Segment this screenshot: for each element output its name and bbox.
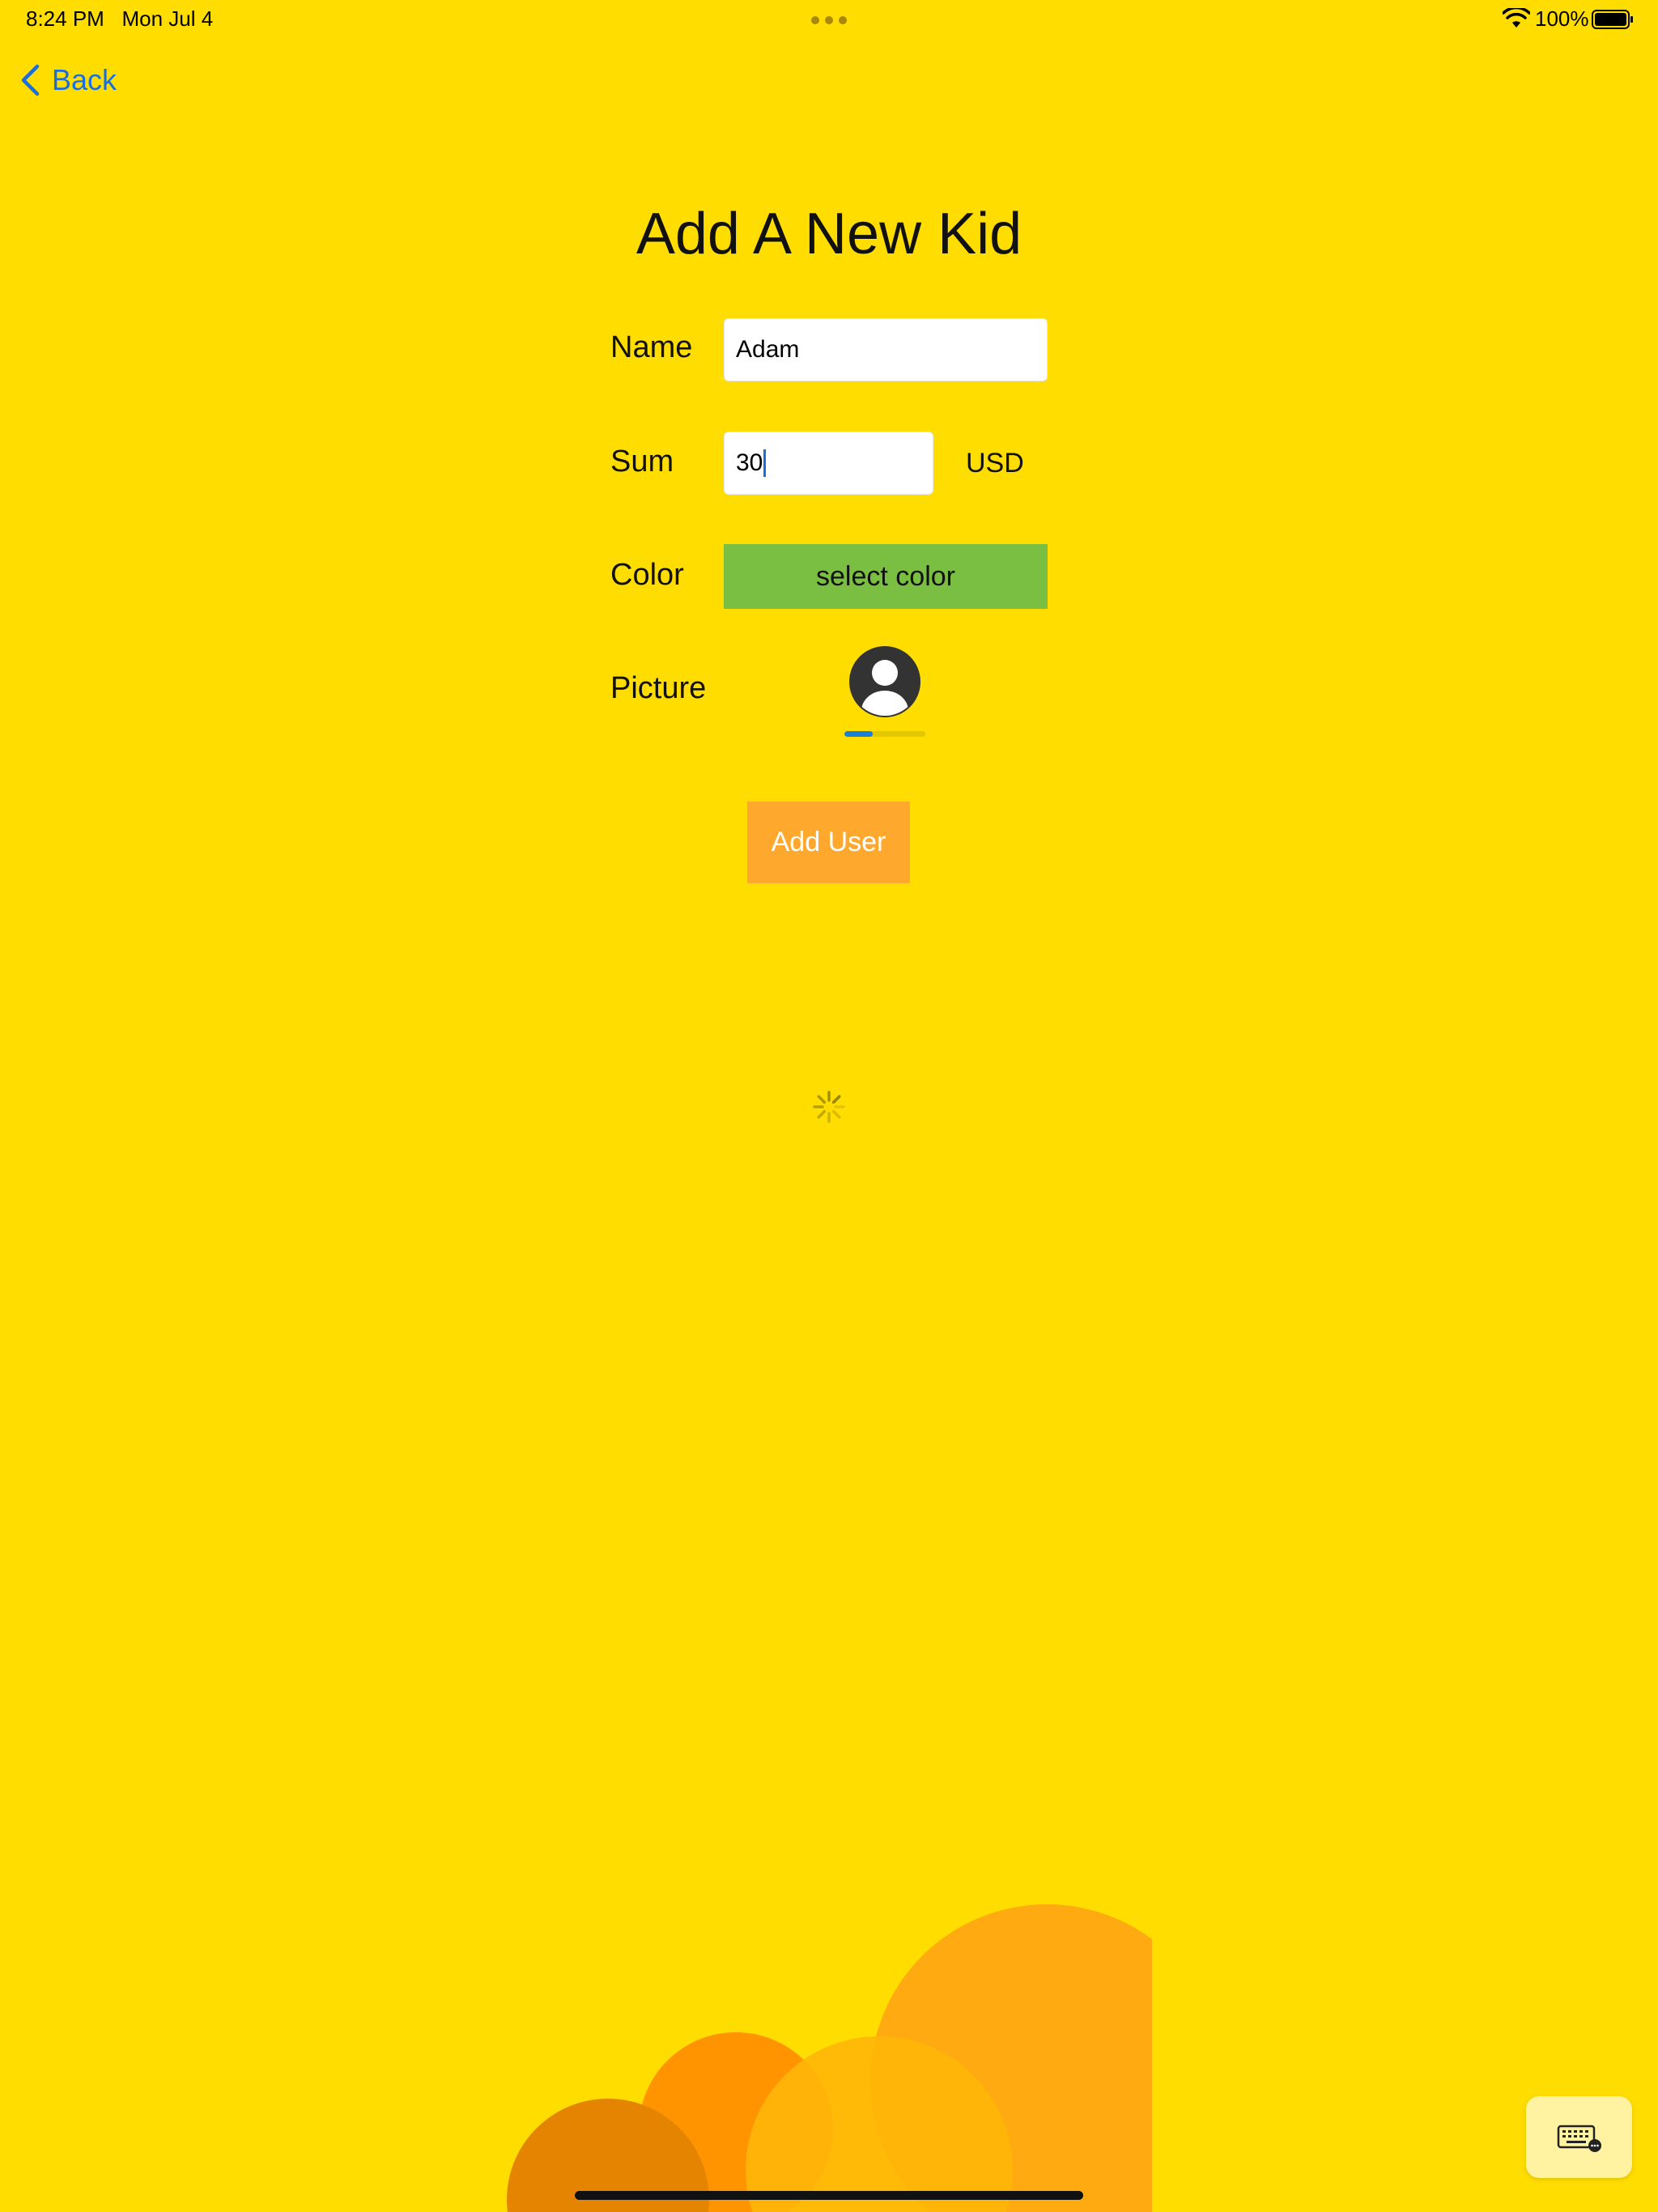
sum-value: 30 [736,449,763,476]
page-title: Add A New Kid [636,202,1022,266]
loading-spinner-icon [813,1091,845,1123]
keyboard-icon [1557,2125,1601,2152]
back-button[interactable]: Back [19,60,117,100]
add-user-button[interactable]: Add User [747,802,910,883]
sum-field[interactable]: 30 [724,432,933,495]
currency-label: USD [966,448,1024,479]
user-avatar-icon[interactable] [849,646,920,717]
status-time: 8:24 PM Mon Jul 4 [26,6,214,31]
multitasking-dots-icon[interactable] [811,16,847,24]
name-value: Adam [736,336,800,363]
battery-percentage: 100% [1535,6,1589,31]
picture-label: Picture [610,671,707,705]
battery-icon [1592,10,1633,29]
name-label: Name [610,330,693,364]
keyboard-button[interactable] [1526,2096,1632,2178]
name-field[interactable]: Adam [724,318,1048,381]
chevron-left-icon [21,64,40,96]
upload-progress-bar [844,731,925,737]
back-label: Back [52,63,117,96]
select-color-button[interactable]: select color [724,544,1048,609]
text-caret [763,449,767,477]
sum-label: Sum [610,445,674,479]
add-kid-screen: 8:24 PM Mon Jul 4 100% Back Add A New Ki… [0,0,1658,2212]
home-indicator[interactable] [575,2191,1083,2200]
wifi-icon [1503,8,1530,28]
color-label: Color [610,558,684,592]
upload-progress-fill [844,731,873,737]
